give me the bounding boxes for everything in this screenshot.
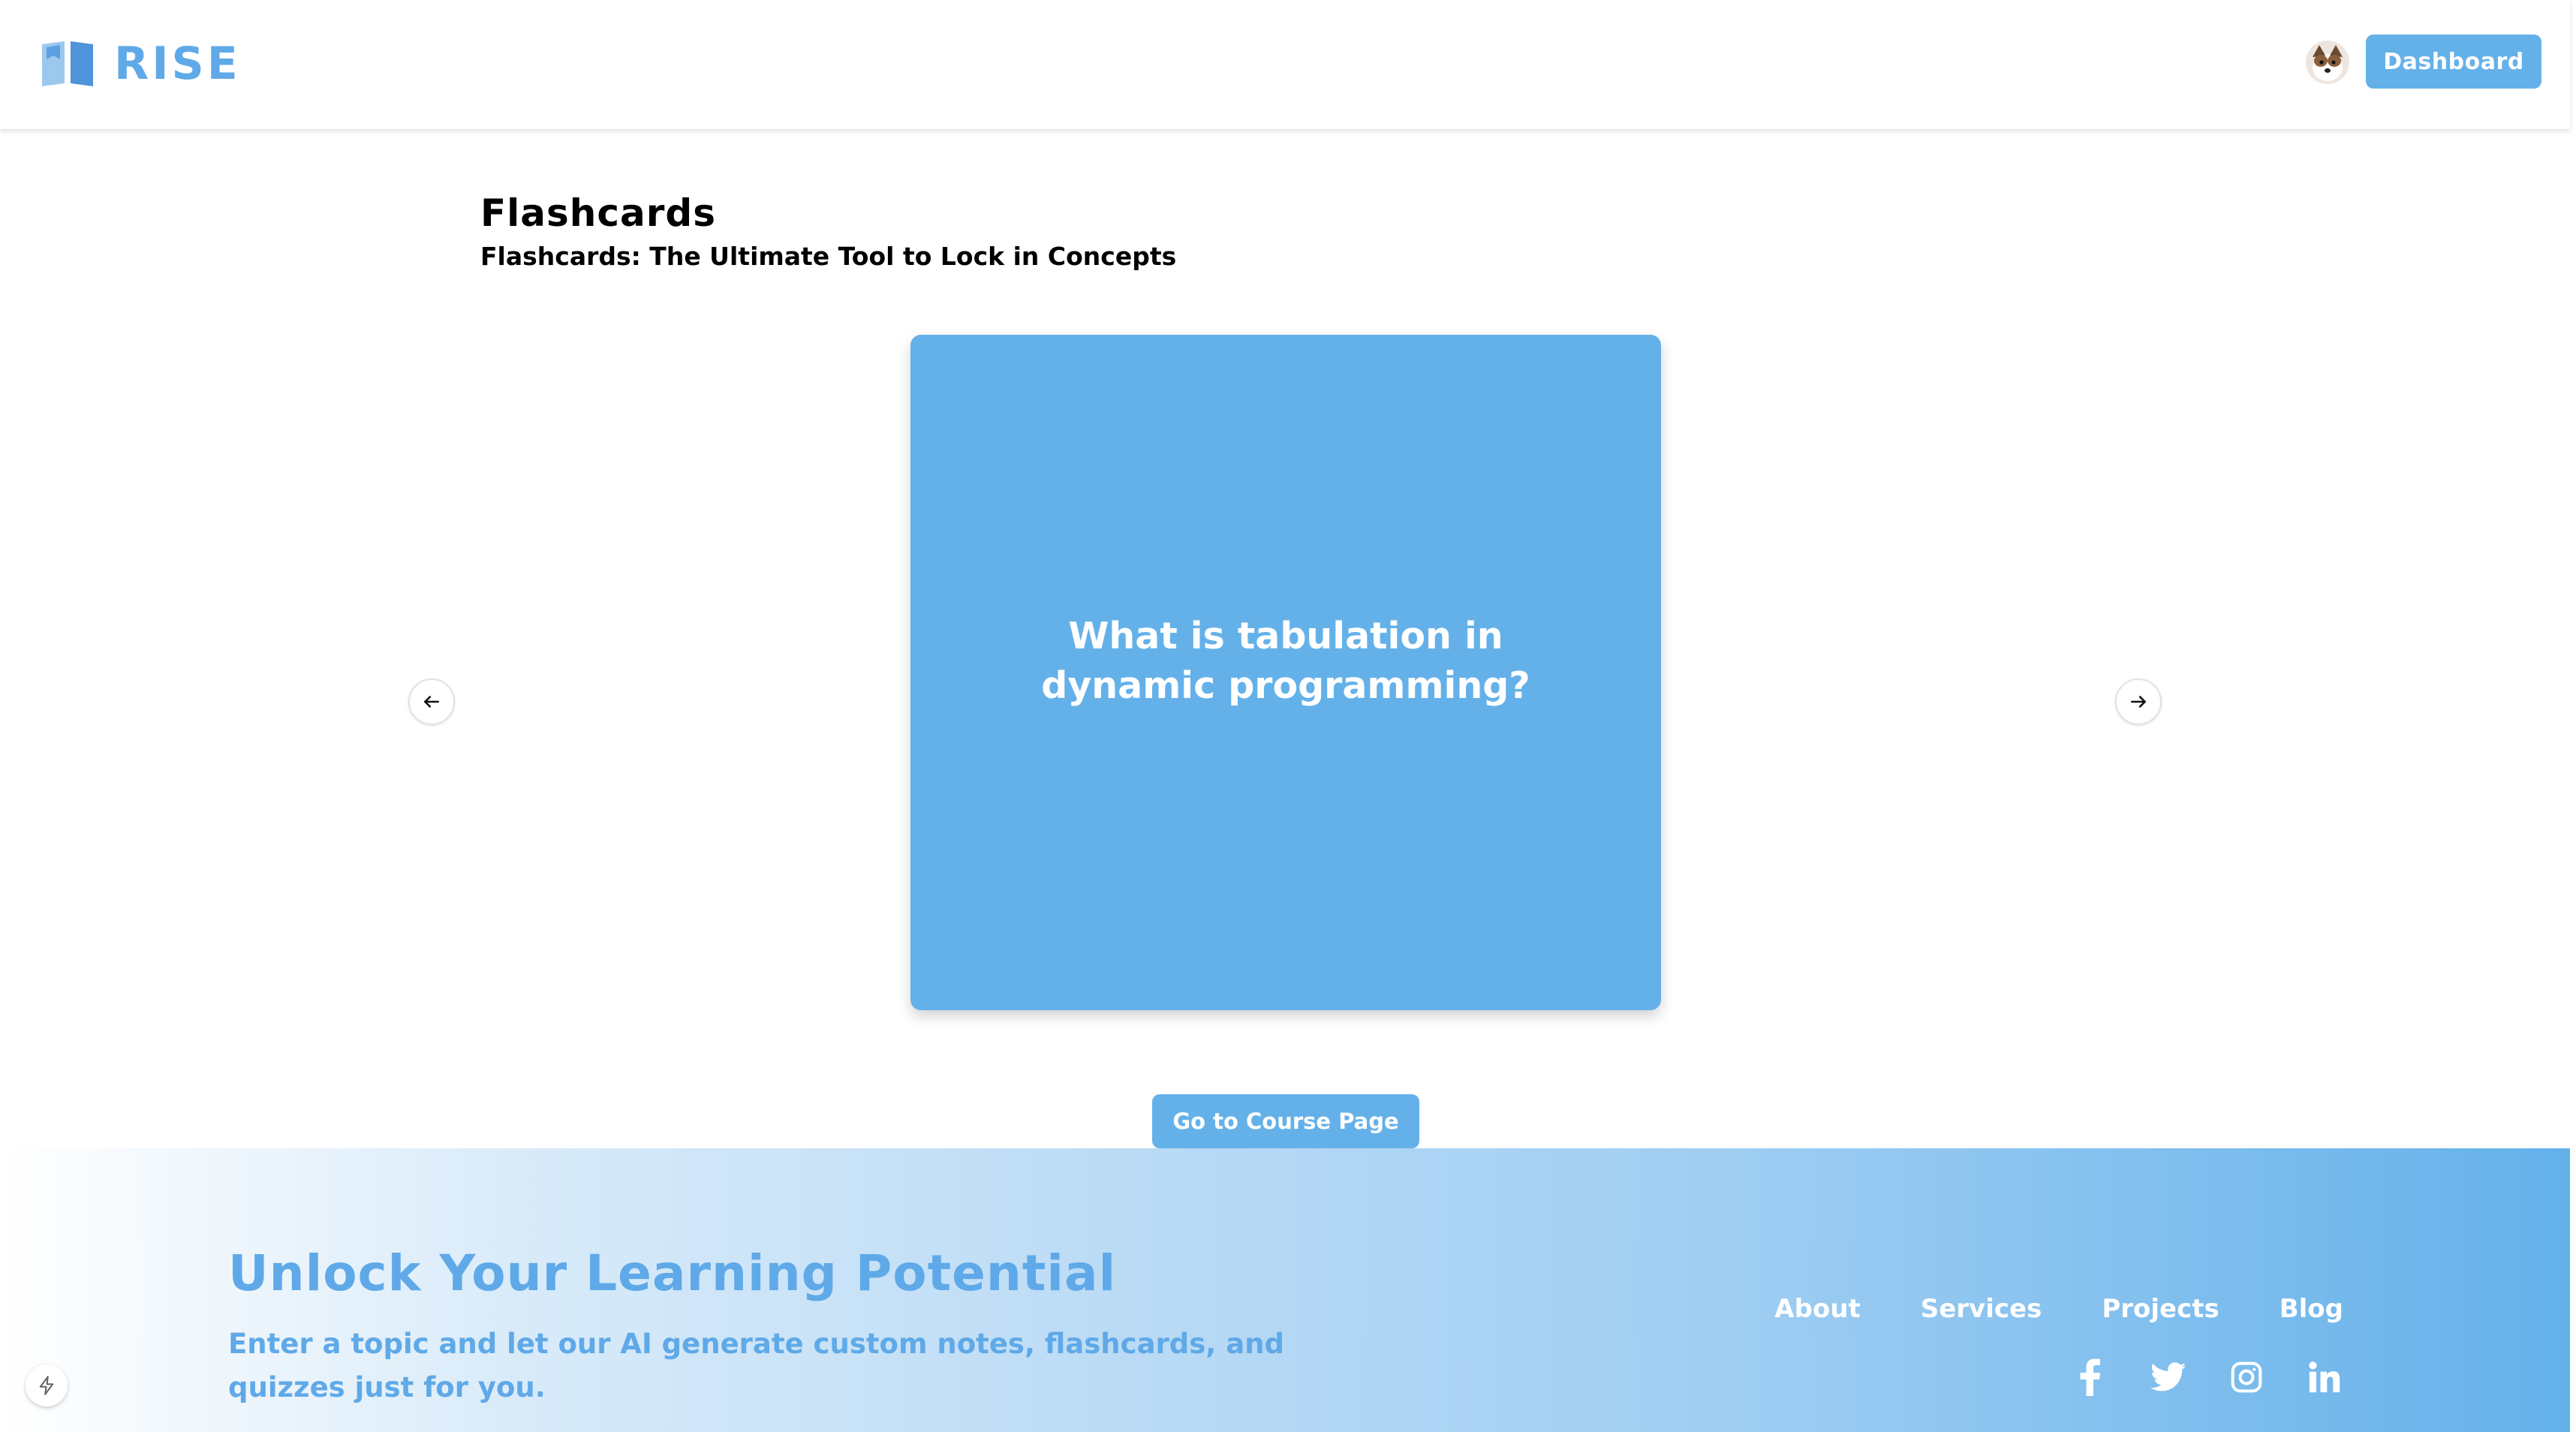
page: RISE Dashboard Flashcards Flashcards: Th… — [0, 0, 2576, 1432]
facebook-link[interactable] — [2072, 1358, 2109, 1396]
footer-title: Unlock Your Learning Potential — [228, 1244, 1117, 1302]
flashcard[interactable]: What is tabulation in dynamic programmin… — [910, 335, 1661, 1010]
page-title: Flashcards — [480, 191, 716, 235]
twitter-link[interactable] — [2150, 1358, 2187, 1396]
flashcard-question: What is tabulation in dynamic programmin… — [1041, 615, 1530, 707]
go-to-course-button[interactable]: Go to Course Page — [1152, 1094, 1419, 1148]
next-card-button[interactable] — [2115, 678, 2162, 725]
instagram-icon — [2231, 1361, 2262, 1393]
dashboard-button[interactable]: Dashboard — [2366, 35, 2541, 89]
footer-link-projects[interactable]: Projects — [2102, 1292, 2219, 1325]
instagram-link[interactable] — [2228, 1358, 2265, 1396]
top-navbar: RISE Dashboard — [0, 0, 2570, 129]
avatar-image — [2306, 41, 2349, 84]
footer-link-about[interactable]: About — [1774, 1292, 1860, 1325]
lightning-bolt-icon — [39, 1376, 54, 1395]
arrow-right-icon — [2131, 696, 2146, 708]
brand-logo[interactable]: RISE — [41, 39, 241, 89]
avatar[interactable] — [2306, 41, 2349, 84]
footer-link-services[interactable]: Services — [1921, 1292, 2042, 1325]
footer-link-blog[interactable]: Blog — [2280, 1292, 2343, 1325]
footer-description: Enter a topic and let our AI generate cu… — [228, 1328, 1285, 1403]
open-book-icon — [42, 41, 93, 86]
facebook-icon — [2080, 1358, 2100, 1396]
page-subtitle: Flashcards: The Ultimate Tool to Lock in… — [480, 242, 1177, 271]
twitter-icon — [2150, 1362, 2186, 1391]
social-links — [2072, 1358, 2343, 1396]
brand-name: RISE — [114, 38, 241, 90]
linkedin-icon — [2309, 1361, 2340, 1393]
linkedin-link[interactable] — [2306, 1358, 2343, 1396]
previous-card-button[interactable] — [408, 678, 455, 725]
floating-action-button[interactable] — [26, 1364, 68, 1406]
footer: Unlock Your Learning Potential Enter a t… — [0, 1148, 2570, 1432]
arrow-left-icon — [424, 696, 439, 708]
footer-nav: About Services Projects Blog — [1774, 1292, 2343, 1325]
